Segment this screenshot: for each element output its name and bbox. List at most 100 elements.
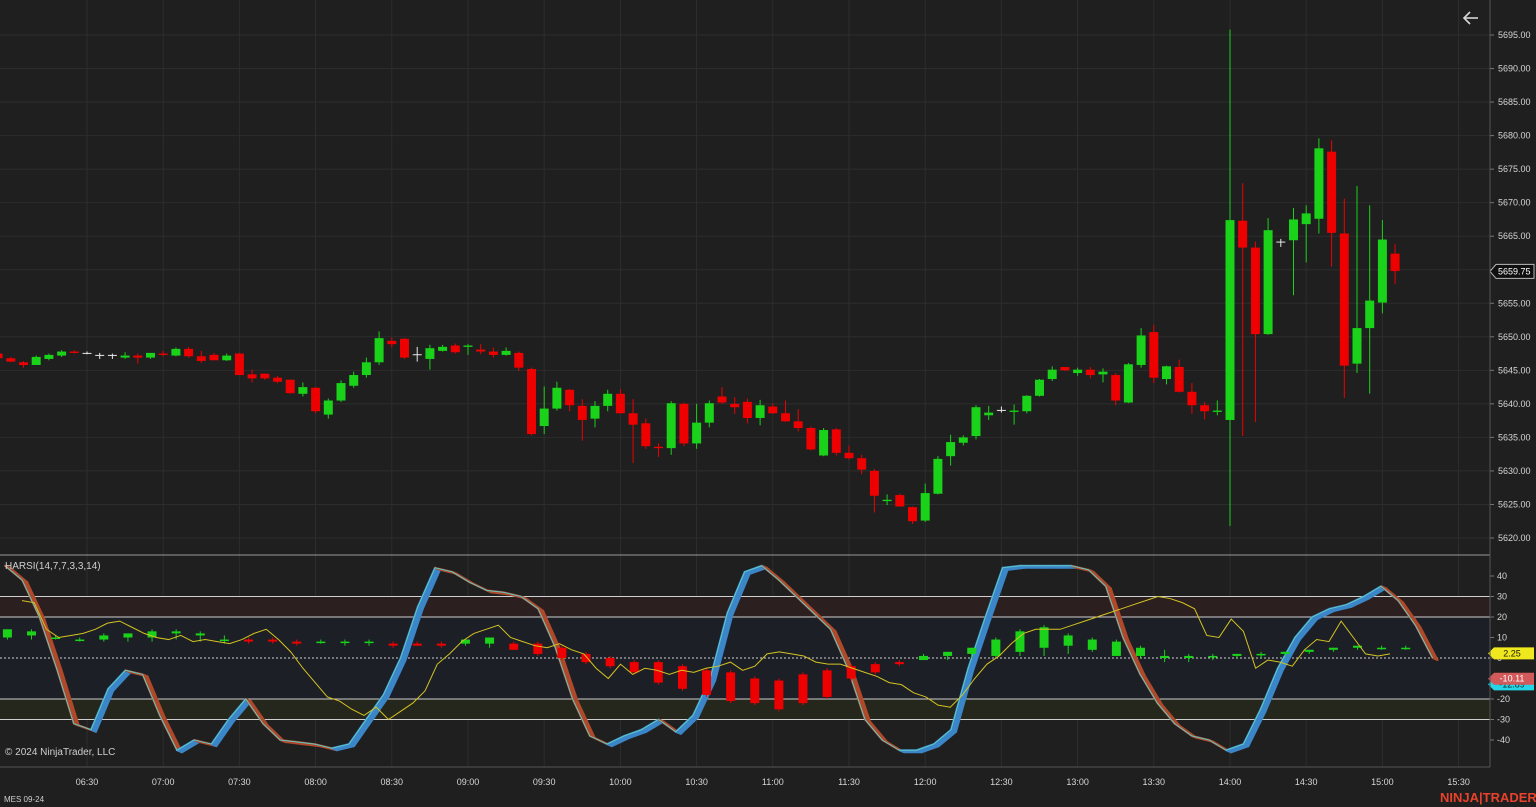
osc-tick-label: 40 [1497, 571, 1507, 581]
time-tick-label: 12:30 [990, 777, 1013, 787]
price-candle [400, 338, 409, 359]
rsi-value-tag-text: 2.25 [1503, 648, 1521, 658]
candle-body [908, 507, 917, 522]
copyright-text: © 2024 NinjaTrader, LLC [5, 747, 115, 758]
ha-body [1111, 641, 1121, 656]
candle-body [717, 396, 727, 403]
ha-body [364, 641, 374, 644]
candle-body [933, 458, 943, 494]
ha-body [943, 651, 953, 656]
candle-body [527, 368, 536, 435]
price-tick-label: 5635.00 [1498, 432, 1531, 442]
ninjatrader-logo: NINJA|TRADER [1440, 790, 1536, 805]
candle-body [1377, 239, 1387, 303]
ha-rsi-candle [726, 670, 736, 704]
candle-body [323, 400, 333, 415]
time-tick-label: 10:00 [609, 777, 632, 787]
candle-body [869, 470, 879, 496]
candle-body [234, 353, 244, 376]
price-candle [831, 428, 841, 456]
candle-body [590, 405, 600, 419]
candle-body [831, 429, 841, 453]
candle-body [1149, 332, 1159, 378]
ha-body [243, 639, 253, 642]
candle-body [1047, 369, 1057, 380]
ha-body [509, 643, 519, 650]
candle-body [1276, 241, 1286, 243]
current-price-text: 5659.75 [1498, 266, 1531, 276]
candle-body [0, 353, 3, 359]
candle-body [742, 401, 752, 418]
candle-body [882, 499, 892, 502]
ha-body [677, 666, 687, 689]
ha-body [1256, 653, 1266, 656]
price-tick-label: 5675.00 [1498, 164, 1531, 174]
price-candle [971, 405, 981, 440]
candle-body [247, 374, 257, 379]
candle-body [1162, 366, 1171, 380]
candle-body [450, 345, 460, 353]
time-tick-label: 09:00 [457, 777, 480, 787]
candle-body [1238, 220, 1248, 248]
ha-body [436, 643, 446, 646]
candle-body [82, 352, 92, 354]
ha-body [195, 633, 205, 636]
candle-body [1390, 253, 1400, 272]
candle-body [412, 354, 422, 356]
candle-body [476, 349, 486, 352]
candle-body [273, 377, 282, 382]
price-tick-label: 5695.00 [1498, 30, 1531, 40]
ha-body [894, 662, 904, 665]
candle-body [577, 405, 587, 420]
candle-body [1301, 213, 1311, 225]
candle-body [666, 403, 676, 449]
ha-body [1160, 655, 1170, 658]
candle-body [1289, 219, 1298, 241]
ha-body [1304, 649, 1314, 652]
ha-body [219, 639, 229, 642]
candle-body [209, 354, 219, 361]
candle-body [6, 358, 16, 362]
ha-rsi-candle [750, 676, 760, 706]
price-candle [666, 401, 676, 455]
price-tick-label: 5685.00 [1498, 97, 1531, 107]
time-tick-label: 11:30 [838, 777, 860, 787]
candle-body [222, 355, 232, 361]
time-tick-label: 13:30 [1143, 777, 1166, 787]
ha-rsi-candle [702, 668, 712, 697]
candle-body [971, 407, 981, 437]
osc-tick-label: 20 [1497, 612, 1507, 622]
indicator-label[interactable]: HARSI(14,7,7,3,3,14) [5, 561, 101, 572]
price-candle [806, 426, 816, 451]
osc-tick-label: -40 [1497, 735, 1510, 745]
candle-body [31, 356, 41, 365]
time-tick-label: 13:00 [1066, 777, 1089, 787]
overbought-zone [0, 596, 1490, 617]
price-candle [527, 367, 536, 436]
candle-body [425, 348, 435, 359]
price-candle [31, 355, 41, 365]
ha-body [629, 662, 639, 673]
ha-body [1208, 655, 1218, 658]
candle-body [158, 353, 168, 355]
price-candle [1149, 324, 1159, 384]
price-candle [679, 402, 689, 447]
candle-body [260, 373, 270, 379]
candle-body [539, 408, 549, 426]
candle-body [1073, 369, 1083, 374]
ha-rsi-candle [1111, 639, 1121, 656]
candle-body [44, 354, 54, 359]
price-candle [1263, 218, 1273, 335]
ha-body [557, 647, 567, 658]
candle-body [793, 421, 803, 429]
candle-body [120, 355, 130, 358]
candle-body [1187, 391, 1197, 406]
ha-body [1063, 635, 1073, 646]
ha-body [268, 639, 278, 642]
candle-body [514, 352, 524, 368]
ha-body [702, 670, 712, 695]
ha-body [798, 674, 808, 704]
ha-body [99, 635, 109, 640]
price-tick-label: 5630.00 [1498, 466, 1531, 476]
ha-body [991, 639, 1001, 656]
